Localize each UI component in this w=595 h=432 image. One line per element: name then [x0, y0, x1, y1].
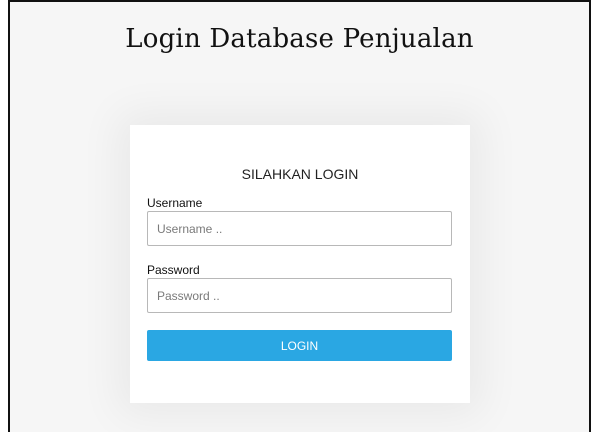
page-title: Login Database Penjualan — [125, 24, 474, 54]
password-label: Password — [147, 263, 200, 277]
username-label: Username — [147, 196, 203, 210]
login-button[interactable]: LOGIN — [147, 330, 452, 361]
page-container: Login Database Penjualan SILAHKAN LOGIN … — [8, 0, 591, 432]
password-input[interactable] — [147, 278, 452, 313]
username-input[interactable] — [147, 211, 452, 246]
login-heading: SILAHKAN LOGIN — [241, 166, 359, 182]
login-card: SILAHKAN LOGIN Username Password LOGIN — [130, 125, 470, 403]
